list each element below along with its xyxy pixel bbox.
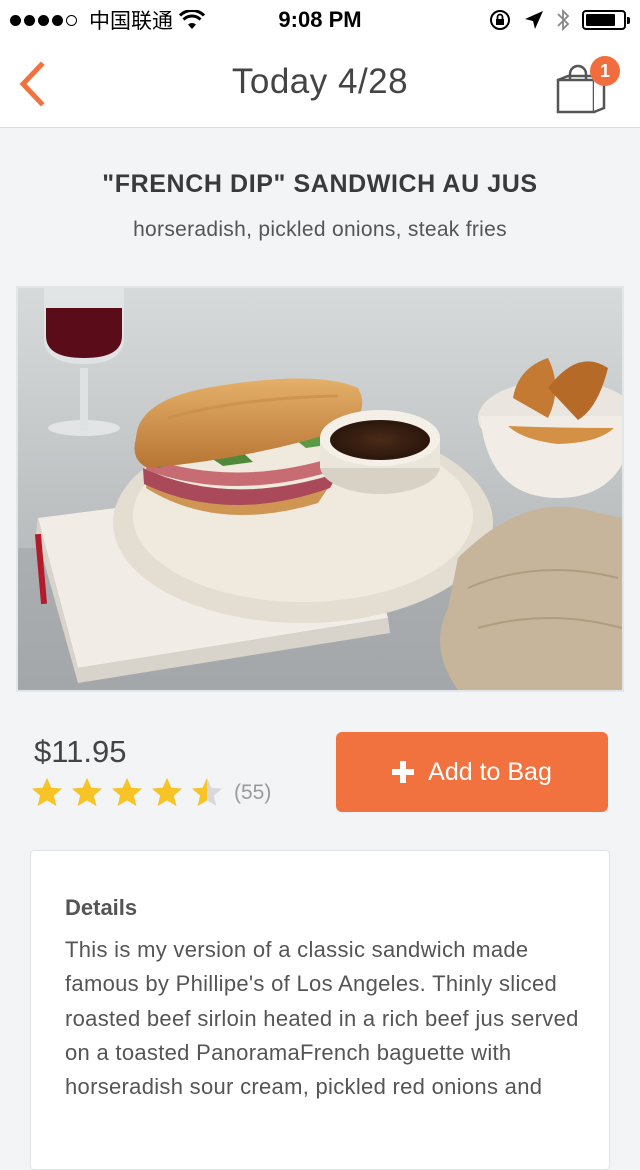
location-arrow-icon (525, 11, 543, 29)
star-icon (112, 778, 142, 806)
add-to-bag-button[interactable]: Add to Bag (336, 732, 608, 812)
add-to-bag-label: Add to Bag (428, 757, 552, 786)
plus-icon (392, 761, 415, 783)
signal-dot (52, 14, 63, 26)
rating-count: (55) (234, 781, 272, 804)
orientation-lock-icon (490, 10, 510, 30)
navigation-bar: Today 4/28 1 (0, 40, 640, 128)
bag-count-badge: 1 (590, 56, 620, 86)
dish-subtitle: horseradish, pickled onions, steak fries (133, 218, 507, 241)
bluetooth-icon (557, 8, 570, 32)
details-body: This is my version of a classic sandwich… (65, 937, 579, 1100)
status-right (488, 8, 640, 32)
rating: (55) (30, 776, 271, 810)
signal-dot (66, 14, 77, 26)
signal-dot (38, 14, 49, 26)
wifi-icon (179, 10, 205, 29)
dish-name: "FRENCH DIP" SANDWICH AU JUS (102, 170, 538, 198)
signal-dot (24, 14, 35, 26)
page-title: Today 4/28 (231, 62, 409, 101)
details-heading: Details (65, 895, 138, 920)
dish-price: $11.95 (34, 734, 127, 769)
status-bar: 中国联通 9:08 PM (0, 0, 640, 40)
star-icon (152, 778, 182, 806)
carrier-name: 中国联通 (89, 10, 173, 33)
status-left: 中国联通 (0, 5, 205, 35)
star-icon (72, 778, 102, 806)
star-icon (32, 778, 62, 806)
battery-icon (582, 10, 630, 30)
details-card: Details This is my version of a classic … (30, 850, 610, 1170)
signal-strength-icon (10, 14, 77, 26)
signal-dot (10, 14, 21, 26)
dish-photo (16, 286, 624, 692)
star-icon (192, 778, 222, 806)
rating-stars (30, 776, 224, 810)
battery-level (586, 14, 615, 26)
dish-photo-illustration (18, 288, 622, 690)
shopping-bag-button[interactable]: 1 (550, 54, 620, 118)
